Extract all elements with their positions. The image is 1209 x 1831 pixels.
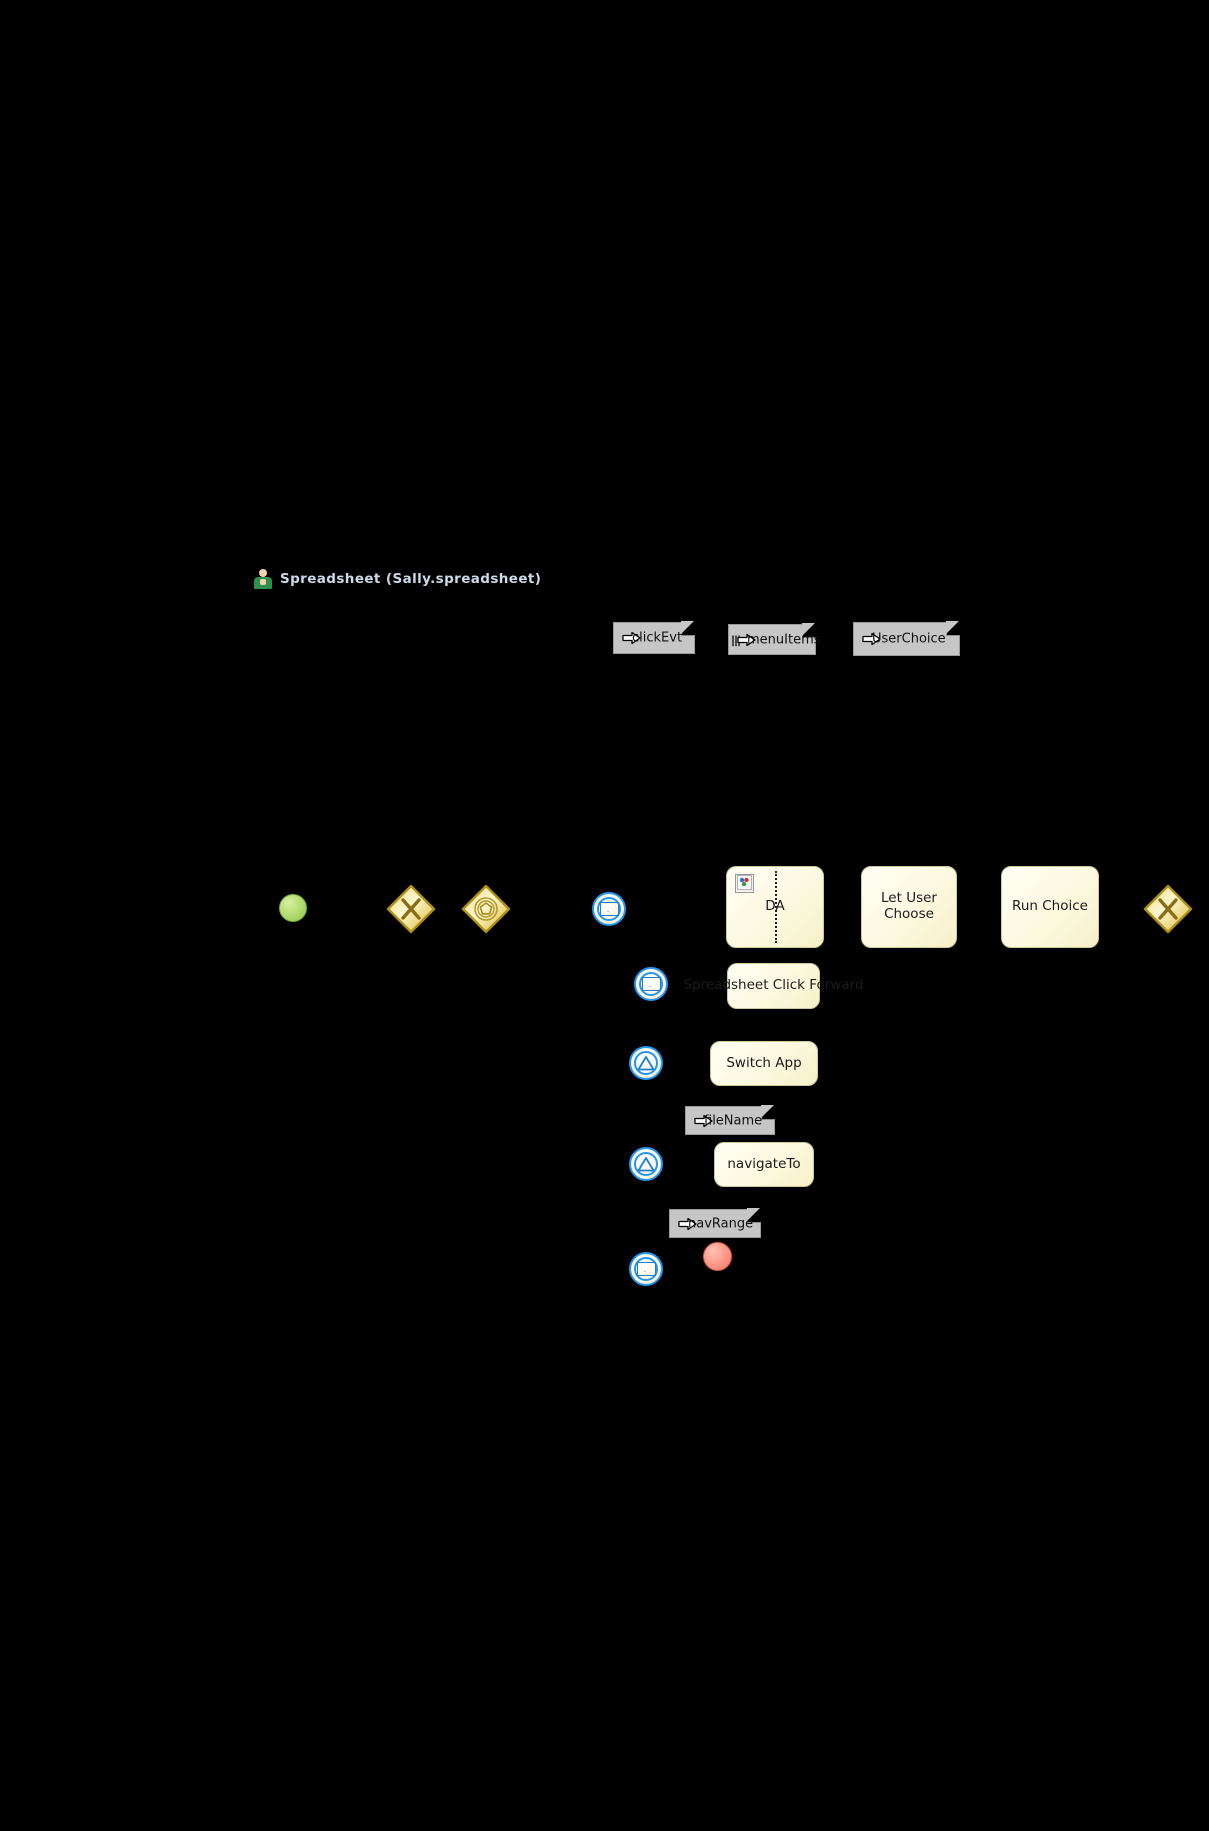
actor-icon <box>253 569 273 589</box>
data-object-menuItems[interactable]: ||| menuItems <box>728 623 821 655</box>
task-spreadsheet-click-forward[interactable]: Spreadsheet Click Forward <box>683 963 864 1009</box>
data-object-label: fileName <box>704 1113 763 1128</box>
message-event-2[interactable] <box>634 967 668 1001</box>
envelope-icon <box>636 969 666 999</box>
message-event-1[interactable] <box>592 892 626 926</box>
task-navigate-to[interactable]: navigateTo <box>714 1142 814 1187</box>
data-object-label: menuItems <box>747 632 821 647</box>
task-switch-app[interactable]: Switch App <box>710 1041 818 1086</box>
data-object-label: UserChoice <box>872 631 946 647</box>
gateway-shape <box>461 884 511 934</box>
ad-hoc-icon <box>735 874 754 893</box>
gateway-shape <box>386 884 436 934</box>
gateway-shape <box>1143 884 1193 934</box>
task-label: Spreadsheet Click Forward <box>683 977 864 994</box>
gateway-exclusive-gateway-1[interactable] <box>386 884 436 934</box>
start-event[interactable] <box>279 894 307 922</box>
task-let-user-choose[interactable]: Let User Choose <box>861 866 957 948</box>
triangle-icon <box>631 1149 661 1179</box>
gateway-exclusive-gateway-2[interactable] <box>1143 884 1193 934</box>
task-label: Let User Choose <box>881 890 937 922</box>
data-object-navRange[interactable]: navRange <box>669 1208 761 1238</box>
signal-event-2[interactable] <box>629 1147 663 1181</box>
pool-label: Spreadsheet (Sally.spreadsheet) <box>253 569 541 589</box>
task-divider <box>775 871 777 943</box>
envelope-icon <box>631 1254 661 1284</box>
task-label: Switch App <box>726 1054 802 1071</box>
data-object-fileName[interactable]: fileName <box>685 1105 775 1135</box>
envelope-icon <box>594 894 624 924</box>
end-event[interactable] <box>703 1242 732 1271</box>
task-da[interactable]: DA <box>726 866 824 948</box>
task-label: Run Choice <box>1012 898 1088 915</box>
page-fold-corner <box>681 621 695 636</box>
page-fold-corner <box>946 621 960 636</box>
gateway-event-based-gateway[interactable] <box>461 884 511 934</box>
data-object-clickEvt[interactable]: clickEvt <box>613 621 695 654</box>
triangle-icon <box>631 1048 661 1078</box>
pool-label-text: Spreadsheet (Sally.spreadsheet) <box>280 571 542 587</box>
task-run-choice[interactable]: Run Choice <box>1001 866 1099 948</box>
page-fold-corner <box>761 1105 775 1120</box>
data-object-userChoice[interactable]: UserChoice <box>853 621 960 656</box>
data-object-label: clickEvt <box>632 630 683 646</box>
message-event-3[interactable] <box>629 1252 663 1286</box>
data-object-label: navRange <box>688 1216 754 1231</box>
signal-event-1[interactable] <box>629 1046 663 1080</box>
task-label: navigateTo <box>727 1155 801 1172</box>
